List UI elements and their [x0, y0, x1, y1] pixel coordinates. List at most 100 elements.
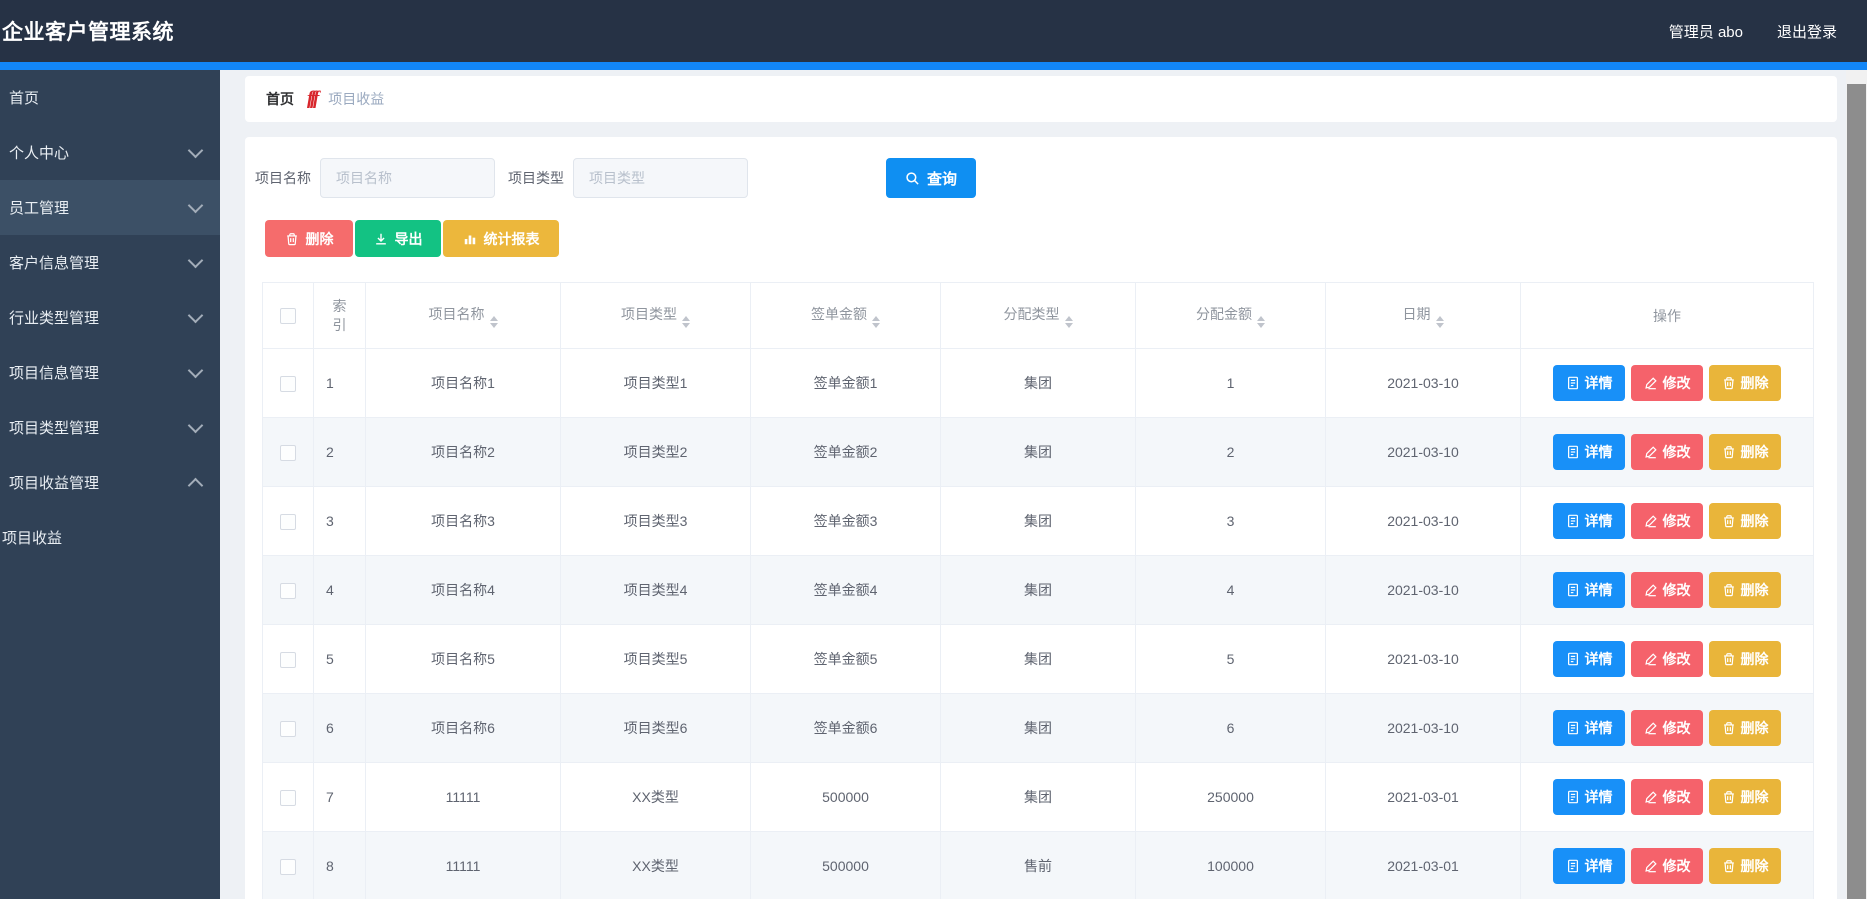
cell-alloc_type: 集团	[940, 762, 1136, 832]
row-checkbox[interactable]	[280, 444, 296, 461]
sidebar-item-8[interactable]: 项目收益	[0, 510, 220, 565]
trash-icon	[1722, 790, 1736, 804]
row-action-label: 详情	[1584, 513, 1613, 529]
column-header-3[interactable]: 签单金额	[750, 282, 941, 349]
vertical-scrollbar[interactable]	[1846, 70, 1867, 899]
document-icon	[1566, 583, 1580, 597]
row-detail-button[interactable]: 详情	[1553, 848, 1625, 884]
row-edit-button[interactable]: 修改	[1631, 848, 1703, 884]
column-header-label: 签单金额	[811, 305, 867, 322]
cell-index: 4	[313, 555, 366, 625]
current-user[interactable]: 管理员 abo	[1669, 21, 1743, 42]
row-detail-button[interactable]: 详情	[1553, 572, 1625, 608]
row-action-label: 修改	[1662, 444, 1691, 460]
row-del-button[interactable]: 删除	[1709, 779, 1781, 815]
row-checkbox[interactable]	[280, 789, 296, 806]
row-edit-button[interactable]: 修改	[1631, 503, 1703, 539]
cell-sign_amount: 500000	[750, 762, 941, 832]
sidebar-item-7[interactable]: 项目收益管理	[0, 455, 220, 510]
row-checkbox[interactable]	[280, 375, 296, 392]
row-actions-cell: 详情 修改 删除	[1520, 348, 1814, 418]
sidebar-item-5[interactable]: 项目信息管理	[0, 345, 220, 400]
sidebar-item-label: 客户信息管理	[9, 255, 100, 272]
row-edit-button[interactable]: 修改	[1631, 572, 1703, 608]
cell-sign_amount: 签单金额2	[750, 417, 941, 487]
sort-icon[interactable]	[1257, 315, 1265, 328]
cell-alloc_amount: 6	[1135, 693, 1326, 763]
select-all-checkbox[interactable]	[280, 308, 296, 325]
project-name-input[interactable]	[320, 158, 495, 198]
logout-link[interactable]: 退出登录	[1777, 21, 1837, 42]
row-select-cell	[262, 348, 314, 418]
document-icon	[1566, 376, 1580, 390]
column-header-label: 索引	[332, 297, 347, 333]
column-header-2[interactable]: 项目类型	[560, 282, 751, 349]
column-header-1[interactable]: 项目名称	[365, 282, 561, 349]
cell-sign_amount: 签单金额3	[750, 486, 941, 556]
row-checkbox[interactable]	[280, 720, 296, 737]
table-row-3: 3 项目名称3 项目类型3 签单金额3 集团 3 2021-03-10 详情 修改 删除	[262, 486, 1814, 556]
sort-icon[interactable]	[872, 315, 880, 328]
row-del-button[interactable]: 删除	[1709, 365, 1781, 401]
row-detail-button[interactable]: 详情	[1553, 710, 1625, 746]
row-del-button[interactable]: 删除	[1709, 641, 1781, 677]
row-action-label: 详情	[1584, 720, 1613, 736]
row-detail-button[interactable]: 详情	[1553, 503, 1625, 539]
sidebar-item-0[interactable]: 首页	[0, 70, 220, 125]
column-header-6[interactable]: 日期	[1325, 282, 1521, 349]
row-detail-button[interactable]: 详情	[1553, 641, 1625, 677]
cell-alloc_type: 集团	[940, 417, 1136, 487]
project-type-input[interactable]	[573, 158, 748, 198]
export-button[interactable]: 导出	[355, 220, 441, 257]
cell-index: 1	[313, 348, 366, 418]
row-edit-button[interactable]: 修改	[1631, 365, 1703, 401]
row-del-button[interactable]: 删除	[1709, 848, 1781, 884]
row-checkbox[interactable]	[280, 513, 296, 530]
cell-index: 6	[313, 693, 366, 763]
sort-icon[interactable]	[1435, 315, 1444, 328]
row-edit-button[interactable]: 修改	[1631, 434, 1703, 470]
row-detail-button[interactable]: 详情	[1553, 434, 1625, 470]
cell-name: 项目名称4	[365, 555, 561, 625]
sidebar-item-6[interactable]: 项目类型管理	[0, 400, 220, 455]
table-body: 1 项目名称1 项目类型1 签单金额1 集团 1 2021-03-10 详情 修改 删除 2 项目名称…	[262, 348, 1814, 899]
sidebar-item-label: 首页	[9, 90, 40, 107]
sort-icon[interactable]	[682, 315, 690, 328]
row-action-label: 修改	[1662, 651, 1691, 667]
row-del-button[interactable]: 删除	[1709, 503, 1781, 539]
scrollbar-thumb[interactable]	[1847, 84, 1866, 899]
bulk-delete-button[interactable]: 删除	[265, 220, 353, 257]
column-header-5[interactable]: 分配金额	[1135, 282, 1326, 349]
search-button[interactable]: 查询	[886, 158, 976, 198]
cell-sign_amount: 500000	[750, 831, 941, 899]
row-edit-button[interactable]: 修改	[1631, 710, 1703, 746]
row-del-button[interactable]: 删除	[1709, 710, 1781, 746]
document-icon	[1566, 514, 1580, 528]
breadcrumb-home[interactable]: 首页	[266, 89, 294, 109]
column-header-4[interactable]: 分配类型	[940, 282, 1136, 349]
sort-icon[interactable]	[489, 315, 498, 328]
row-del-button[interactable]: 删除	[1709, 434, 1781, 470]
sort-icon[interactable]	[1064, 315, 1073, 328]
row-checkbox[interactable]	[280, 582, 296, 599]
sidebar-item-4[interactable]: 行业类型管理	[0, 290, 220, 345]
sidebar-item-label: 项目类型管理	[9, 420, 100, 437]
row-actions-cell: 详情 修改 删除	[1520, 555, 1814, 625]
row-edit-button[interactable]: 修改	[1631, 779, 1703, 815]
row-action-label: 详情	[1584, 789, 1613, 805]
row-del-button[interactable]: 删除	[1709, 572, 1781, 608]
trash-icon	[1722, 652, 1736, 666]
sidebar-item-2[interactable]: 员工管理	[0, 180, 220, 235]
row-checkbox[interactable]	[280, 858, 296, 875]
row-checkbox[interactable]	[280, 651, 296, 668]
table-toolbar: 删除 导出 统计报表	[265, 220, 559, 257]
row-action-label: 修改	[1662, 375, 1691, 391]
cell-alloc_amount: 1	[1135, 348, 1326, 418]
row-detail-button[interactable]: 详情	[1553, 779, 1625, 815]
report-button[interactable]: 统计报表	[443, 220, 559, 257]
sidebar-item-1[interactable]: 个人中心	[0, 125, 220, 180]
cell-sign_amount: 签单金额1	[750, 348, 941, 418]
sidebar-item-3[interactable]: 客户信息管理	[0, 235, 220, 290]
row-edit-button[interactable]: 修改	[1631, 641, 1703, 677]
row-detail-button[interactable]: 详情	[1553, 365, 1625, 401]
